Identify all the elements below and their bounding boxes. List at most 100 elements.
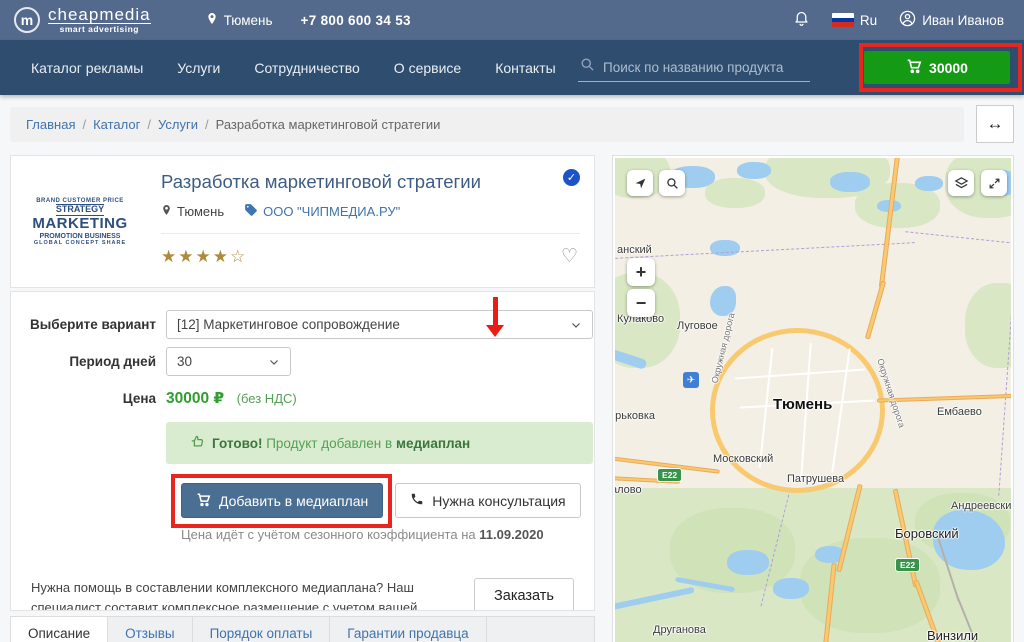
toggle-map-width-button[interactable]: ↔ (976, 105, 1014, 143)
tab-reviews[interactable]: Отзывы (108, 617, 192, 642)
alert-text: Готово! Продукт добавлен в медиаплан (212, 436, 470, 451)
map-search-button[interactable] (659, 170, 685, 196)
add-button-label: Добавить в медиаплан (219, 493, 368, 509)
map-lake (830, 172, 870, 192)
success-alert: Готово! Продукт добавлен в медиаплан (166, 422, 593, 464)
variant-value: [12] Маркетинговое сопровождение (177, 317, 400, 332)
map-label: Московский (713, 453, 773, 465)
map-label: алово (615, 484, 642, 496)
nav-item-about[interactable]: О сервисе (377, 60, 478, 76)
mediaplan-help-text: Нужна помощь в составлении комплексного … (31, 578, 461, 611)
verified-badge: ✓ (563, 169, 580, 186)
add-to-mediaplan-button[interactable]: Добавить в медиаплан (181, 483, 383, 518)
divider (161, 233, 580, 234)
favorite-heart-icon[interactable]: ♡ (561, 245, 578, 268)
breadcrumb-home[interactable]: Главная (26, 117, 75, 132)
cart-button[interactable]: 30000 (864, 51, 1010, 84)
geolocation-button[interactable] (627, 170, 653, 196)
logo[interactable]: m cheapmedia smart advertising (14, 6, 151, 35)
product-tabs: Описание Отзывы Порядок оплаты Гарантии … (10, 616, 595, 642)
cart-total: 30000 (929, 60, 968, 76)
consultation-button[interactable]: Нужна консультация (395, 483, 580, 518)
map-lake (915, 176, 943, 191)
nav-item-cooperation[interactable]: Сотрудничество (237, 60, 376, 76)
thumb-word: PROMOTION BUSINESS (40, 233, 121, 241)
map-boundary (615, 242, 915, 259)
map-lake (727, 550, 769, 575)
tab-description[interactable]: Описание (11, 616, 108, 642)
map-panel: ✈ E22 E22 анский Кулаково Луговое орьков… (612, 155, 1014, 642)
period-select[interactable]: 30 (166, 347, 291, 376)
tab-guarantees[interactable]: Гарантии продавца (330, 617, 486, 642)
variant-select[interactable]: [12] Маркетинговое сопровождение (166, 310, 593, 339)
rating-stars-filled[interactable]: ★★★★ (161, 247, 230, 267)
map-label: Луговое (677, 320, 718, 332)
price-label: Цена (11, 391, 156, 406)
map-lake (773, 578, 809, 599)
season-date: 11.09.2020 (479, 527, 543, 542)
breadcrumb-separator: / (147, 117, 151, 132)
russian-flag-icon (832, 13, 854, 27)
map-label: Андреевский (951, 500, 1011, 512)
map-layers-button[interactable] (948, 170, 974, 196)
logo-initial: m (21, 12, 33, 28)
city-selector[interactable]: Тюмень (206, 11, 273, 29)
product-thumbnail[interactable]: BRAND CUSTOMER PRICE STRATEGY MARKETING … (25, 167, 135, 277)
bell-icon[interactable] (793, 9, 810, 31)
variant-label: Выберите вариант (11, 317, 156, 332)
zoom-in-button[interactable]: + (627, 258, 655, 286)
user-icon (899, 10, 916, 30)
season-note: Цена идёт с учётом сезонного коэффициент… (181, 527, 594, 542)
language-label: Ru (860, 13, 877, 28)
map-fullscreen-button[interactable] (981, 170, 1007, 196)
rating-star-empty[interactable]: ☆ (230, 247, 245, 267)
seller-link[interactable]: ООО "ЧИПМЕДИА.РУ" (244, 203, 400, 220)
map-forest (705, 178, 765, 208)
route-badge-e22: E22 (895, 558, 920, 572)
airport-icon: ✈ (683, 372, 699, 388)
breadcrumb-row: Главная / Каталог / Услуги / Разработка … (10, 105, 1014, 143)
breadcrumb: Главная / Каталог / Услуги / Разработка … (10, 107, 964, 142)
alert-ok: Готово! (212, 436, 262, 451)
chevron-down-icon (268, 356, 280, 368)
logo-mark: m (14, 7, 40, 33)
order-options-card: Выберите вариант [12] Маркетинговое сопр… (10, 291, 595, 611)
order-button[interactable]: Заказать (474, 578, 574, 611)
map-road (865, 280, 886, 339)
price-value: 30000 ₽ (166, 390, 224, 407)
nav-item-catalog[interactable]: Каталог рекламы (14, 60, 160, 76)
map-label-city: Тюмень (773, 396, 832, 413)
user-name: Иван Иванов (922, 13, 1004, 28)
language-switcher[interactable]: Ru (832, 13, 877, 28)
map-forest (965, 283, 1011, 368)
route-badge-e22: E22 (657, 468, 682, 482)
map-label: Патрушева (787, 473, 844, 485)
map-lake (737, 162, 771, 179)
breadcrumb-catalog[interactable]: Каталог (93, 117, 140, 132)
phone-number[interactable]: +7 800 600 34 53 (301, 13, 411, 28)
phone-icon (410, 492, 424, 509)
top-bar: m cheapmedia smart advertising Тюмень +7… (0, 0, 1024, 40)
consult-button-label: Нужна консультация (432, 493, 565, 509)
tab-payment[interactable]: Порядок оплаты (193, 617, 331, 642)
breadcrumb-separator: / (82, 117, 86, 132)
cart-icon (196, 492, 211, 510)
seller-name: ООО "ЧИПМЕДИА.РУ" (263, 204, 400, 219)
zoom-out-button[interactable]: − (627, 289, 655, 317)
nav-item-contacts[interactable]: Контакты (478, 60, 572, 76)
map-canvas[interactable]: ✈ E22 E22 анский Кулаково Луговое орьков… (615, 158, 1011, 642)
search-box (578, 53, 810, 82)
price-row: 30000 ₽ (без НДС) (166, 389, 297, 408)
nav-item-services[interactable]: Услуги (160, 60, 237, 76)
logo-tagline: smart advertising (48, 24, 151, 34)
breadcrumb-services[interactable]: Услуги (158, 117, 198, 132)
map-label: Боровский (895, 526, 959, 541)
city-label: Тюмень (224, 13, 273, 28)
price-vat-note: (без НДС) (237, 391, 297, 406)
thumb-word: BRAND CUSTOMER PRICE (36, 198, 124, 205)
user-menu[interactable]: Иван Иванов (899, 10, 1004, 30)
period-label: Период дней (11, 354, 156, 369)
chevron-down-icon (570, 319, 582, 331)
search-input[interactable] (603, 60, 808, 75)
breadcrumb-current: Разработка маркетинговой стратегии (216, 117, 441, 132)
